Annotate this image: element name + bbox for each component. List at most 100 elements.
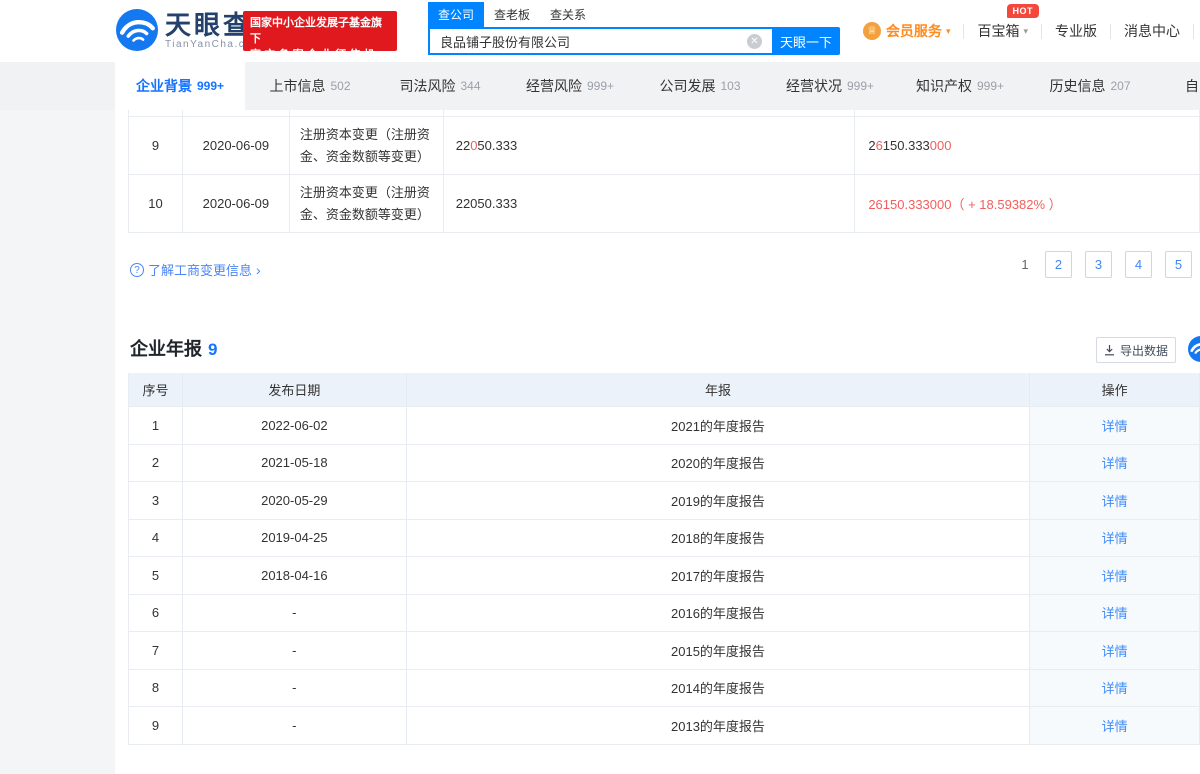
nav-tab-count: 502 [330, 79, 350, 93]
nav-tab-label: 企业背景 [136, 76, 192, 96]
cell-publish-date: 2019-04-25 [183, 520, 407, 557]
detail-link[interactable]: 详情 [1102, 453, 1128, 472]
cell-publish-date: 2018-04-16 [183, 557, 407, 594]
nav-tab-5[interactable]: 经营状况 999+ [765, 62, 895, 110]
top-header: 天眼查 TianYanCha.com 国家中小企业发展子基金旗下 官方备案企业征… [0, 0, 1200, 62]
search-tab-boss[interactable]: 查老板 [484, 2, 540, 27]
page: 天眼查 TianYanCha.com 国家中小企业发展子基金旗下 官方备案企业征… [0, 0, 1200, 774]
change-info-link-label: 了解工商变更信息 [148, 260, 252, 279]
crown-icon: ♕ [863, 22, 881, 40]
clear-icon[interactable]: ✕ [747, 34, 762, 49]
cell-row-number: 3 [129, 482, 183, 519]
cell-change-item: 注册资本变更（注册资金、资金数额等变更） [290, 175, 444, 232]
cell-action: 详情 [1030, 707, 1200, 744]
cell-row-number: 9 [129, 117, 183, 174]
cell-publish-date: - [183, 632, 407, 669]
nav-tab-2[interactable]: 司法风险 344 [375, 62, 505, 110]
vip-service-menu[interactable]: ♕ 会员服务 ▾ [850, 21, 964, 41]
cell-row-number: 6 [129, 595, 183, 632]
nav-tab-4[interactable]: 公司发展103 [635, 62, 765, 110]
page-current[interactable]: 1 [1018, 251, 1032, 278]
cell-row-number: 4 [129, 520, 183, 557]
cell-change-date: 2020-06-09 [183, 175, 290, 232]
tianyancha-logo[interactable]: 天眼查 TianYanCha.com [116, 9, 262, 51]
detail-link[interactable]: 详情 [1102, 603, 1128, 622]
detail-link[interactable]: 详情 [1102, 678, 1128, 697]
nav-tab-count: 103 [720, 79, 740, 93]
table-row: 42019-04-252018的年度报告详情 [128, 520, 1200, 558]
cell-value-before: 22050.333 [444, 117, 856, 174]
content-card: 92020-06-09注册资本变更（注册资金、资金数额等变更）22050.333… [115, 110, 1200, 774]
cell-report-name: 2020的年度报告 [407, 445, 1030, 482]
cell-action: 详情 [1030, 557, 1200, 594]
cell-action: 详情 [1030, 407, 1200, 444]
detail-link[interactable]: 详情 [1102, 491, 1128, 510]
message-center-menu[interactable]: 消息中心 [1111, 21, 1193, 41]
nav-tab-label: 经营状况 [786, 76, 842, 96]
pagination: 1 2345 [1018, 251, 1192, 278]
nav-tab-count: 999+ [847, 79, 874, 93]
value-segment: 50.333 [477, 138, 517, 153]
nav-tab-0[interactable]: 企业背景999+ [115, 62, 245, 110]
toolbox-menu[interactable]: HOT 百宝箱 ▾ [964, 21, 1041, 41]
detail-link[interactable]: 详情 [1102, 566, 1128, 585]
question-circle-icon: ? [130, 263, 144, 277]
nav-tab-3[interactable]: 经营风险999+ [505, 62, 635, 110]
nav-tab-count: 344 [460, 79, 480, 93]
change-info-link[interactable]: ? 了解工商变更信息 › [130, 260, 261, 279]
cell-change-date: 2020-06-09 [183, 117, 290, 174]
nav-tab-7[interactable]: 历史信息207 [1025, 62, 1155, 110]
nav-tab-label: 历史信息 [1049, 76, 1105, 96]
cell-row-number: 10 [129, 175, 183, 232]
vip-service-label: 会员服务 [886, 21, 942, 41]
cell-publish-date: - [183, 707, 407, 744]
nav-tabs: 企业背景999+上市信息502司法风险344经营风险999+公司发展103经营状… [115, 62, 1155, 110]
value-segment: 22 [456, 138, 470, 153]
nav-tab-6[interactable]: 知识产权999+ [895, 62, 1025, 110]
floating-widget-icon[interactable] [1188, 336, 1200, 362]
page-button[interactable]: 2 [1045, 251, 1072, 278]
cell-report-name: 2013的年度报告 [407, 707, 1030, 744]
export-data-button[interactable]: 导出数据 [1096, 337, 1176, 363]
pro-version-menu[interactable]: 专业版 [1042, 21, 1110, 41]
annual-report-title: 企业年报 [130, 339, 202, 359]
table-row: 7-2015的年度报告详情 [128, 632, 1200, 670]
cell-row-number: 8 [129, 670, 183, 707]
gov-credit-badge: 国家中小企业发展子基金旗下 官方备案企业征信机构 [243, 11, 397, 51]
table-row: 52018-04-162017的年度报告详情 [128, 557, 1200, 595]
nav-tab-label: 经营风险 [526, 76, 582, 96]
detail-link[interactable]: 详情 [1102, 716, 1128, 735]
search-area: 查公司 查老板 查关系 ✕ 天眼一下 [428, 3, 840, 55]
chevron-down-icon: ▾ [1023, 26, 1028, 37]
cell-report-name: 2015的年度报告 [407, 632, 1030, 669]
nav-tab-1[interactable]: 上市信息502 [245, 62, 375, 110]
nav-tab-label: 司法风险 [399, 76, 455, 96]
table-row: 92020-06-09注册资本变更（注册资金、资金数额等变更）22050.333… [128, 117, 1200, 175]
page-button[interactable]: 5 [1165, 251, 1192, 278]
cell-report-name: 2019的年度报告 [407, 482, 1030, 519]
page-button[interactable]: 3 [1085, 251, 1112, 278]
search-box: ✕ 天眼一下 [428, 27, 840, 55]
download-icon [1104, 344, 1115, 356]
search-tab-company[interactable]: 查公司 [428, 2, 484, 27]
section-nav: 企业背景999+上市信息502司法风险344经营风险999+公司发展103经营状… [0, 62, 1200, 110]
chevron-down-icon: ▾ [946, 26, 951, 37]
table-row: 9-2013的年度报告详情 [128, 707, 1200, 745]
table-row: 32020-05-292019的年度报告详情 [128, 482, 1200, 520]
cell-row-number: 5 [129, 557, 183, 594]
nav-tab-count: 999+ [977, 79, 1004, 93]
detail-link[interactable]: 详情 [1102, 416, 1128, 435]
search-input[interactable] [428, 27, 772, 55]
cell-publish-date: - [183, 670, 407, 707]
nav-tab-partial[interactable]: 自 [1185, 62, 1199, 110]
page-button[interactable]: 4 [1125, 251, 1152, 278]
value-segment: 22050.333 [456, 196, 517, 211]
detail-link[interactable]: 详情 [1102, 641, 1128, 660]
search-button[interactable]: 天眼一下 [772, 27, 840, 55]
detail-link[interactable]: 详情 [1102, 528, 1128, 547]
search-tab-relation[interactable]: 查关系 [540, 2, 596, 27]
changed-value-segment: 6 [876, 138, 883, 153]
cell-publish-date: 2022-06-02 [183, 407, 407, 444]
cell-report-name: 2016的年度报告 [407, 595, 1030, 632]
changed-value-segment: 000 [930, 138, 952, 153]
